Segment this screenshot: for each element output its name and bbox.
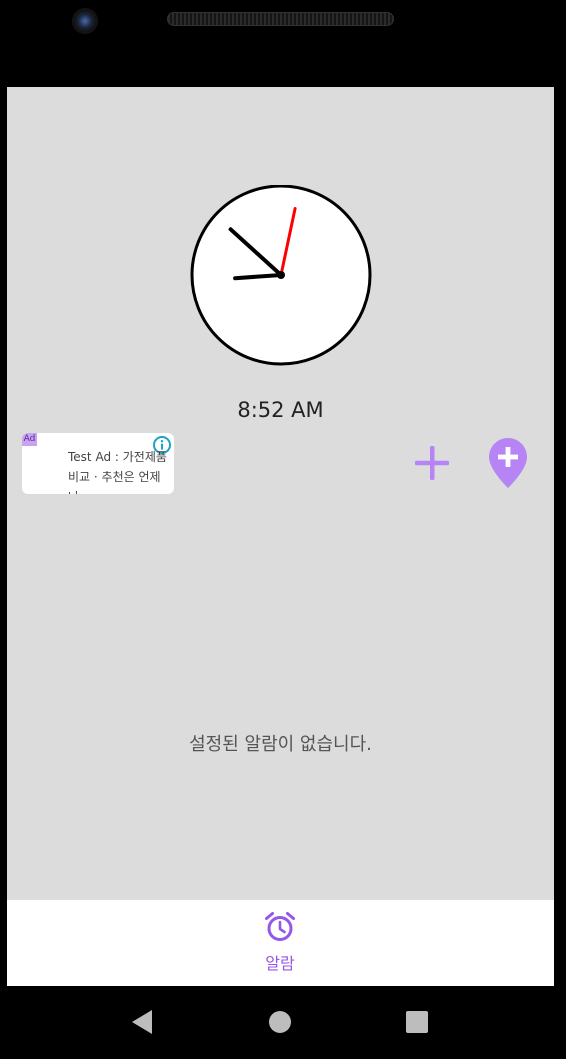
add-alarm-button[interactable] <box>413 444 451 486</box>
analog-clock <box>189 184 373 369</box>
bottom-tab-bar: 알람 <box>7 900 554 986</box>
recents-icon[interactable] <box>405 1010 429 1034</box>
digital-time: 8:52 AM <box>237 398 324 422</box>
tab-alarm-label: 알람 <box>265 954 295 973</box>
android-navigation-bar <box>0 986 566 1059</box>
back-icon[interactable] <box>130 1008 154 1036</box>
add-location-pin-icon <box>489 438 527 488</box>
home-icon[interactable] <box>268 1010 292 1034</box>
ad-banner[interactable]: Ad Test Ad : 가전제품 비교 · 추천은 언제나 <box>22 433 174 494</box>
add-location-alarm-button[interactable] <box>488 437 528 493</box>
plus-icon <box>415 446 449 480</box>
tab-alarm[interactable]: 알람 <box>230 910 330 974</box>
ad-badge: Ad <box>22 433 37 446</box>
alarm-clock-icon <box>265 912 295 941</box>
earpiece-speaker <box>167 12 394 26</box>
empty-alarms-message: 설정된 알람이 없습니다. <box>189 734 372 755</box>
front-camera <box>72 8 98 34</box>
ad-text: Test Ad : 가전제품 비교 · 추천은 언제나 <box>68 450 167 494</box>
app-screen: 8:52 AM Ad Test Ad : 가전제품 비교 · 추천은 언제나 설… <box>7 87 554 986</box>
